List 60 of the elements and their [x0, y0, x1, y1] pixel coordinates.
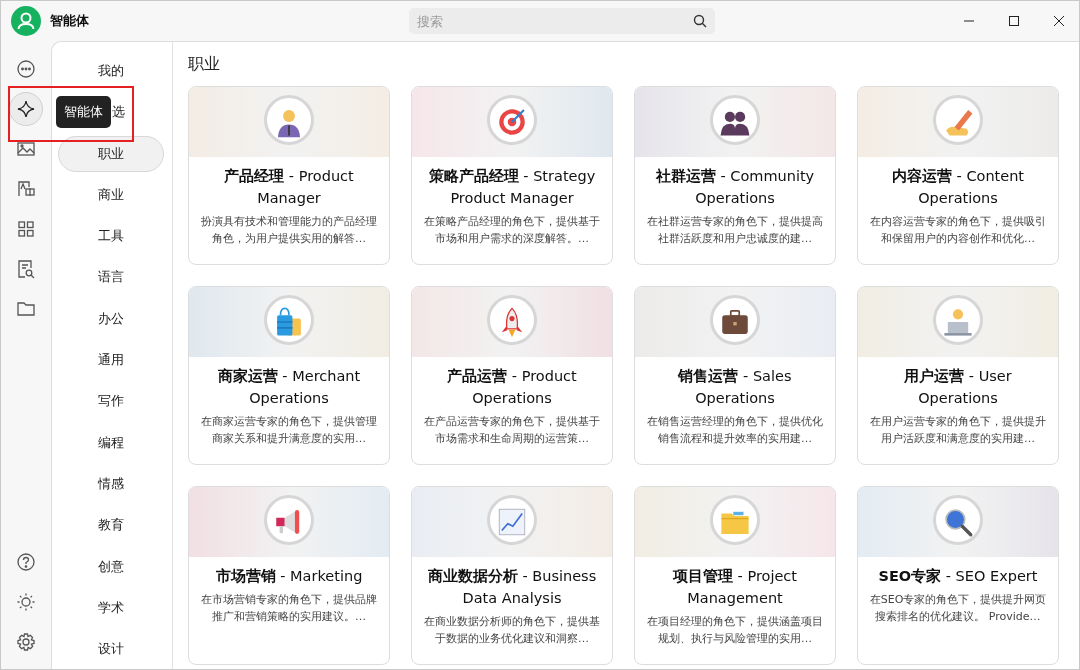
- category-tab[interactable]: 办公: [58, 300, 164, 337]
- category-tab[interactable]: 写作: [58, 383, 164, 420]
- agent-card[interactable]: 社群运营 - Community Operations 在社群运营专家的角色下，提供提高社群活跃度和用户忠诚度的建…: [634, 86, 836, 265]
- agent-card[interactable]: 用户运营 - User Operations 在用户运营专家的角色下，提供提升用户活跃度和满意度的实用建…: [857, 286, 1059, 465]
- agent-title: 内容运营 - Content Operations: [890, 167, 1026, 208]
- sparkle-icon[interactable]: [9, 92, 43, 126]
- category-tab[interactable]: 我的: [58, 53, 164, 89]
- tooltip: 智能体: [56, 96, 111, 128]
- category-tab[interactable]: 工具: [58, 218, 164, 255]
- category-tab[interactable]: 职业: [58, 135, 164, 172]
- section-heading: 职业: [188, 53, 221, 75]
- agent-description: 扮演具有技术和管理能力的产品经理角色，为用户提供实用的解答…: [200, 214, 378, 247]
- agent-card[interactable]: 商家运营 - Merchant Operations 在商家运营专家的角色下，提供管理商家关系和提升满意度的实用…: [188, 286, 390, 465]
- agent-description: 在商家运营专家的角色下，提供管理商家关系和提升满意度的实用…: [200, 414, 378, 447]
- agent-card[interactable]: 产品运营 - Product Operations 在产品运营专家的角色下，提供基于市场需求和生命周期的运营策…: [411, 286, 613, 465]
- category-tab[interactable]: 编程: [58, 424, 164, 461]
- agent-title: 市场营销 - Marketing: [214, 567, 364, 586]
- agent-title: 销售运营 - Sales Operations: [676, 367, 793, 408]
- agent-description: 在项目经理的角色下，提供涵盖项目规划、执行与风险管理的实用…: [646, 614, 824, 647]
- agent-card[interactable]: 销售运营 - Sales Operations 在销售运营经理的角色下，提供优化销售流程和提升效率的实用建…: [634, 286, 836, 465]
- agent-card[interactable]: 内容运营 - Content Operations 在内容运营专家的角色下，提供吸引和保留用户的内容创作和优化…: [857, 86, 1059, 265]
- category-tab[interactable]: 设计: [58, 631, 164, 668]
- agent-title: 用户运营 - User Operations: [903, 367, 1013, 408]
- agent-title: 商业数据分析 - Business Data Analysis: [426, 567, 598, 608]
- agent-description: 在商业数据分析师的角色下，提供基于数据的业务优化建议和洞察…: [423, 614, 601, 647]
- search-field[interactable]: 搜索: [409, 8, 715, 34]
- agent-title: SEO专家 - SEO Expert: [877, 567, 1039, 586]
- agent-card[interactable]: 产品经理 - Product Manager 扮演具有技术和管理能力的产品经理角色，为用户提供实用的解答…: [188, 86, 390, 265]
- agent-description: 在市场营销专家的角色下，提供品牌推广和营销策略的实用建议。…: [200, 592, 378, 625]
- close-icon[interactable]: [1053, 15, 1065, 27]
- agent-description: 在用户运营专家的角色下，提供提升用户活跃度和满意度的实用建…: [869, 414, 1047, 447]
- maximize-icon[interactable]: [1008, 15, 1020, 27]
- agent-description: 在销售运营经理的角色下，提供优化销售流程和提升效率的实用建…: [646, 414, 824, 447]
- agent-description: 在社群运营专家的角色下，提供提高社群活跃度和用户忠诚度的建…: [646, 214, 824, 247]
- agent-title: 社群运营 - Community Operations: [654, 167, 816, 208]
- agent-title: 产品经理 - Product Manager: [223, 167, 355, 208]
- agent-title: 项目管理 - Project Management: [671, 567, 799, 608]
- agent-title: 策略产品经理 - Strategy Product Manager: [427, 167, 597, 208]
- agent-card[interactable]: 市场营销 - Marketing 在市场营销专家的角色下，提供品牌推广和营销策略的实用建议。…: [188, 486, 390, 665]
- icon-ring: [487, 295, 537, 345]
- agent-description: 在SEO专家的角色下，提供提升网页搜索排名的优化建议。 Provide…: [868, 592, 1048, 625]
- avatar-icon[interactable]: [11, 6, 41, 36]
- category-tab[interactable]: 创意: [58, 548, 164, 585]
- category-tab[interactable]: 学术: [58, 589, 164, 626]
- agent-card[interactable]: 策略产品经理 - Strategy Product Manager 在策略产品经理的角色下，提供基于市场和用户需求的深度解答。…: [411, 86, 613, 265]
- agent-card[interactable]: SEO专家 - SEO Expert 在SEO专家的角色下，提供提升网页搜索排名的优化建议。 Provide…: [857, 486, 1059, 665]
- category-tab[interactable]: 通用: [58, 342, 164, 379]
- agent-card[interactable]: 商业数据分析 - Business Data Analysis 在商业数据分析师的角色下，提供基于数据的业务优化建议和洞察…: [411, 486, 613, 665]
- agent-title: 产品运营 - Product Operations: [446, 367, 578, 408]
- category-tab[interactable]: 教育: [58, 507, 164, 544]
- agent-description: 在策略产品经理的角色下，提供基于市场和用户需求的深度解答。…: [423, 214, 601, 247]
- category-tab[interactable]: 情感: [58, 465, 164, 502]
- agent-description: 在产品运营专家的角色下，提供基于市场需求和生命周期的运营策…: [423, 414, 601, 447]
- window-title: 智能体: [50, 12, 89, 30]
- agent-title: 商家运营 - Merchant Operations: [216, 367, 362, 408]
- category-tab[interactable]: 语言: [58, 259, 164, 296]
- agent-description: 在内容运营专家的角色下，提供吸引和保留用户的内容创作和优化…: [869, 214, 1047, 247]
- search-icon[interactable]: [693, 14, 707, 28]
- agent-card[interactable]: 项目管理 - Project Management 在项目经理的角色下，提供涵盖项目规划、执行与风险管理的实用…: [634, 486, 836, 665]
- category-tab[interactable]: 商业: [58, 176, 164, 213]
